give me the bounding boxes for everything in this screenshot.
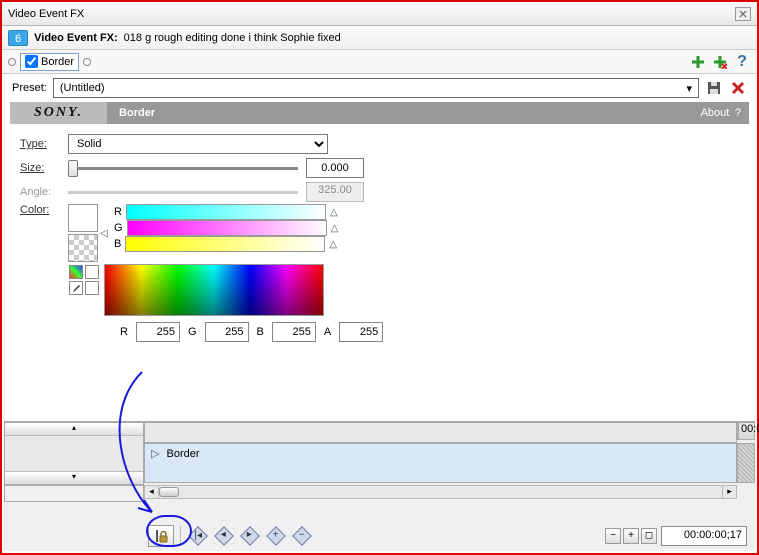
help-button[interactable]: ? (733, 53, 751, 71)
color-previous-swatch[interactable] (68, 234, 98, 262)
cursor-lock-icon (153, 528, 169, 544)
angle-input: 325.00 (306, 182, 364, 202)
b-label: B (257, 326, 264, 338)
triangle-up-icon: △ (331, 223, 339, 234)
fx-title-prefix: Video Event FX: (34, 32, 118, 44)
remove-plugin-button[interactable] (711, 53, 729, 71)
sync-cursor-button[interactable] (148, 525, 174, 547)
add-keyframe-button[interactable]: + (266, 526, 286, 546)
floppy-icon (707, 81, 721, 95)
palette-button[interactable] (69, 265, 83, 279)
a-label: A (324, 326, 331, 338)
a-input[interactable] (339, 322, 383, 342)
clip-name: 018 g rough editing done i think Sophie … (124, 32, 341, 44)
chain-node-end[interactable] (83, 58, 91, 66)
g-input[interactable] (205, 322, 249, 342)
plus-red-x-icon (713, 55, 727, 69)
color-label: Color: (20, 204, 60, 216)
triangle-left-icon: ◁ (100, 228, 112, 239)
event-index-badge: 6 (8, 30, 28, 46)
g-channel-label: G (114, 222, 123, 234)
eyedropper-button[interactable] (69, 281, 83, 295)
chain-effect-border[interactable]: Border (20, 53, 79, 71)
preset-dropdown[interactable]: (Untitled) ▾ (53, 78, 699, 98)
plugin-help-link[interactable]: ? (735, 107, 741, 119)
triangle-up-icon: △ (330, 207, 338, 218)
g-label: G (188, 326, 197, 338)
scroll-up-arrow[interactable]: ▴ (5, 423, 143, 436)
question-icon: ? (737, 53, 747, 71)
timecode-display[interactable]: 00:00:00;17 (661, 526, 747, 546)
b-input[interactable] (272, 322, 316, 342)
palette-alt-button[interactable] (85, 265, 99, 279)
close-icon (739, 10, 747, 18)
r-slider[interactable] (126, 204, 326, 220)
keyframe-track[interactable] (737, 443, 755, 483)
timeline-left-gutter (4, 485, 144, 502)
scroll-left-arrow[interactable]: ◂ (145, 486, 159, 498)
window-close-button[interactable] (735, 7, 751, 21)
plus-green-icon (691, 55, 705, 69)
size-input[interactable] (306, 158, 364, 178)
scroll-thumb[interactable] (159, 487, 179, 497)
x-red-icon (731, 81, 745, 95)
palette-alt2-button[interactable] (85, 281, 99, 295)
preset-label: Preset: (12, 82, 47, 94)
size-label: Size: (20, 162, 60, 174)
track-name-label: Border (167, 448, 200, 460)
scroll-right-arrow[interactable]: ▸ (722, 486, 736, 498)
chain-effect-label: Border (41, 56, 74, 68)
r-input[interactable] (136, 322, 180, 342)
add-plugin-button[interactable] (689, 53, 707, 71)
next-keyframe-button[interactable]: ▸ (240, 526, 260, 546)
scroll-down-arrow[interactable]: ▾ (5, 471, 143, 484)
b-channel-label: B (114, 238, 121, 250)
chain-node-start[interactable] (8, 58, 16, 66)
horizontal-scrollbar[interactable]: ◂ ▸ (144, 485, 737, 499)
chain-effect-enable-checkbox[interactable] (25, 55, 38, 68)
remove-keyframe-button[interactable]: − (292, 526, 312, 546)
angle-label: Angle: (20, 186, 60, 198)
save-preset-button[interactable] (705, 79, 723, 97)
b-slider[interactable] (125, 236, 325, 252)
about-link[interactable]: About (701, 107, 730, 119)
eyedropper-icon (71, 283, 81, 293)
preset-value: (Untitled) (60, 82, 105, 94)
angle-slider (68, 191, 298, 194)
color-current-swatch[interactable] (68, 204, 98, 232)
plugin-name: Border (107, 107, 167, 119)
zoom-fit-button[interactable]: ◻ (641, 528, 657, 544)
zoom-out-button[interactable]: − (605, 528, 621, 544)
ruler-tick: 00:00:00;00 (738, 423, 759, 439)
prev-keyframe-button[interactable]: ◂ (214, 526, 234, 546)
timeline-ruler[interactable]: 00:00:00;00 00:00:00;15 00:00:01;00 00:0… (737, 422, 755, 440)
delete-preset-button[interactable] (729, 79, 747, 97)
r-label: R (120, 326, 128, 338)
g-slider[interactable] (127, 220, 327, 236)
first-keyframe-button[interactable]: |◂ (188, 526, 208, 546)
timeline-corner (144, 422, 737, 443)
vertical-scrollbar[interactable]: ▴ ▾ (4, 422, 144, 485)
size-slider-thumb[interactable] (68, 160, 78, 177)
zoom-in-button[interactable]: + (623, 528, 639, 544)
expand-triangle-icon[interactable]: ▷ (151, 447, 159, 460)
brand-logo: SONY. (10, 102, 107, 124)
size-slider[interactable] (68, 167, 298, 170)
type-dropdown[interactable]: Solid (68, 134, 328, 154)
triangle-up-icon: △ (329, 239, 337, 250)
r-channel-label: R (114, 206, 122, 218)
window-title: Video Event FX (8, 8, 84, 20)
color-spectrum[interactable] (104, 264, 324, 316)
chevron-down-icon: ▾ (686, 82, 692, 95)
track-header-border[interactable]: ▷ Border (144, 443, 737, 483)
type-label: Type: (20, 138, 60, 150)
